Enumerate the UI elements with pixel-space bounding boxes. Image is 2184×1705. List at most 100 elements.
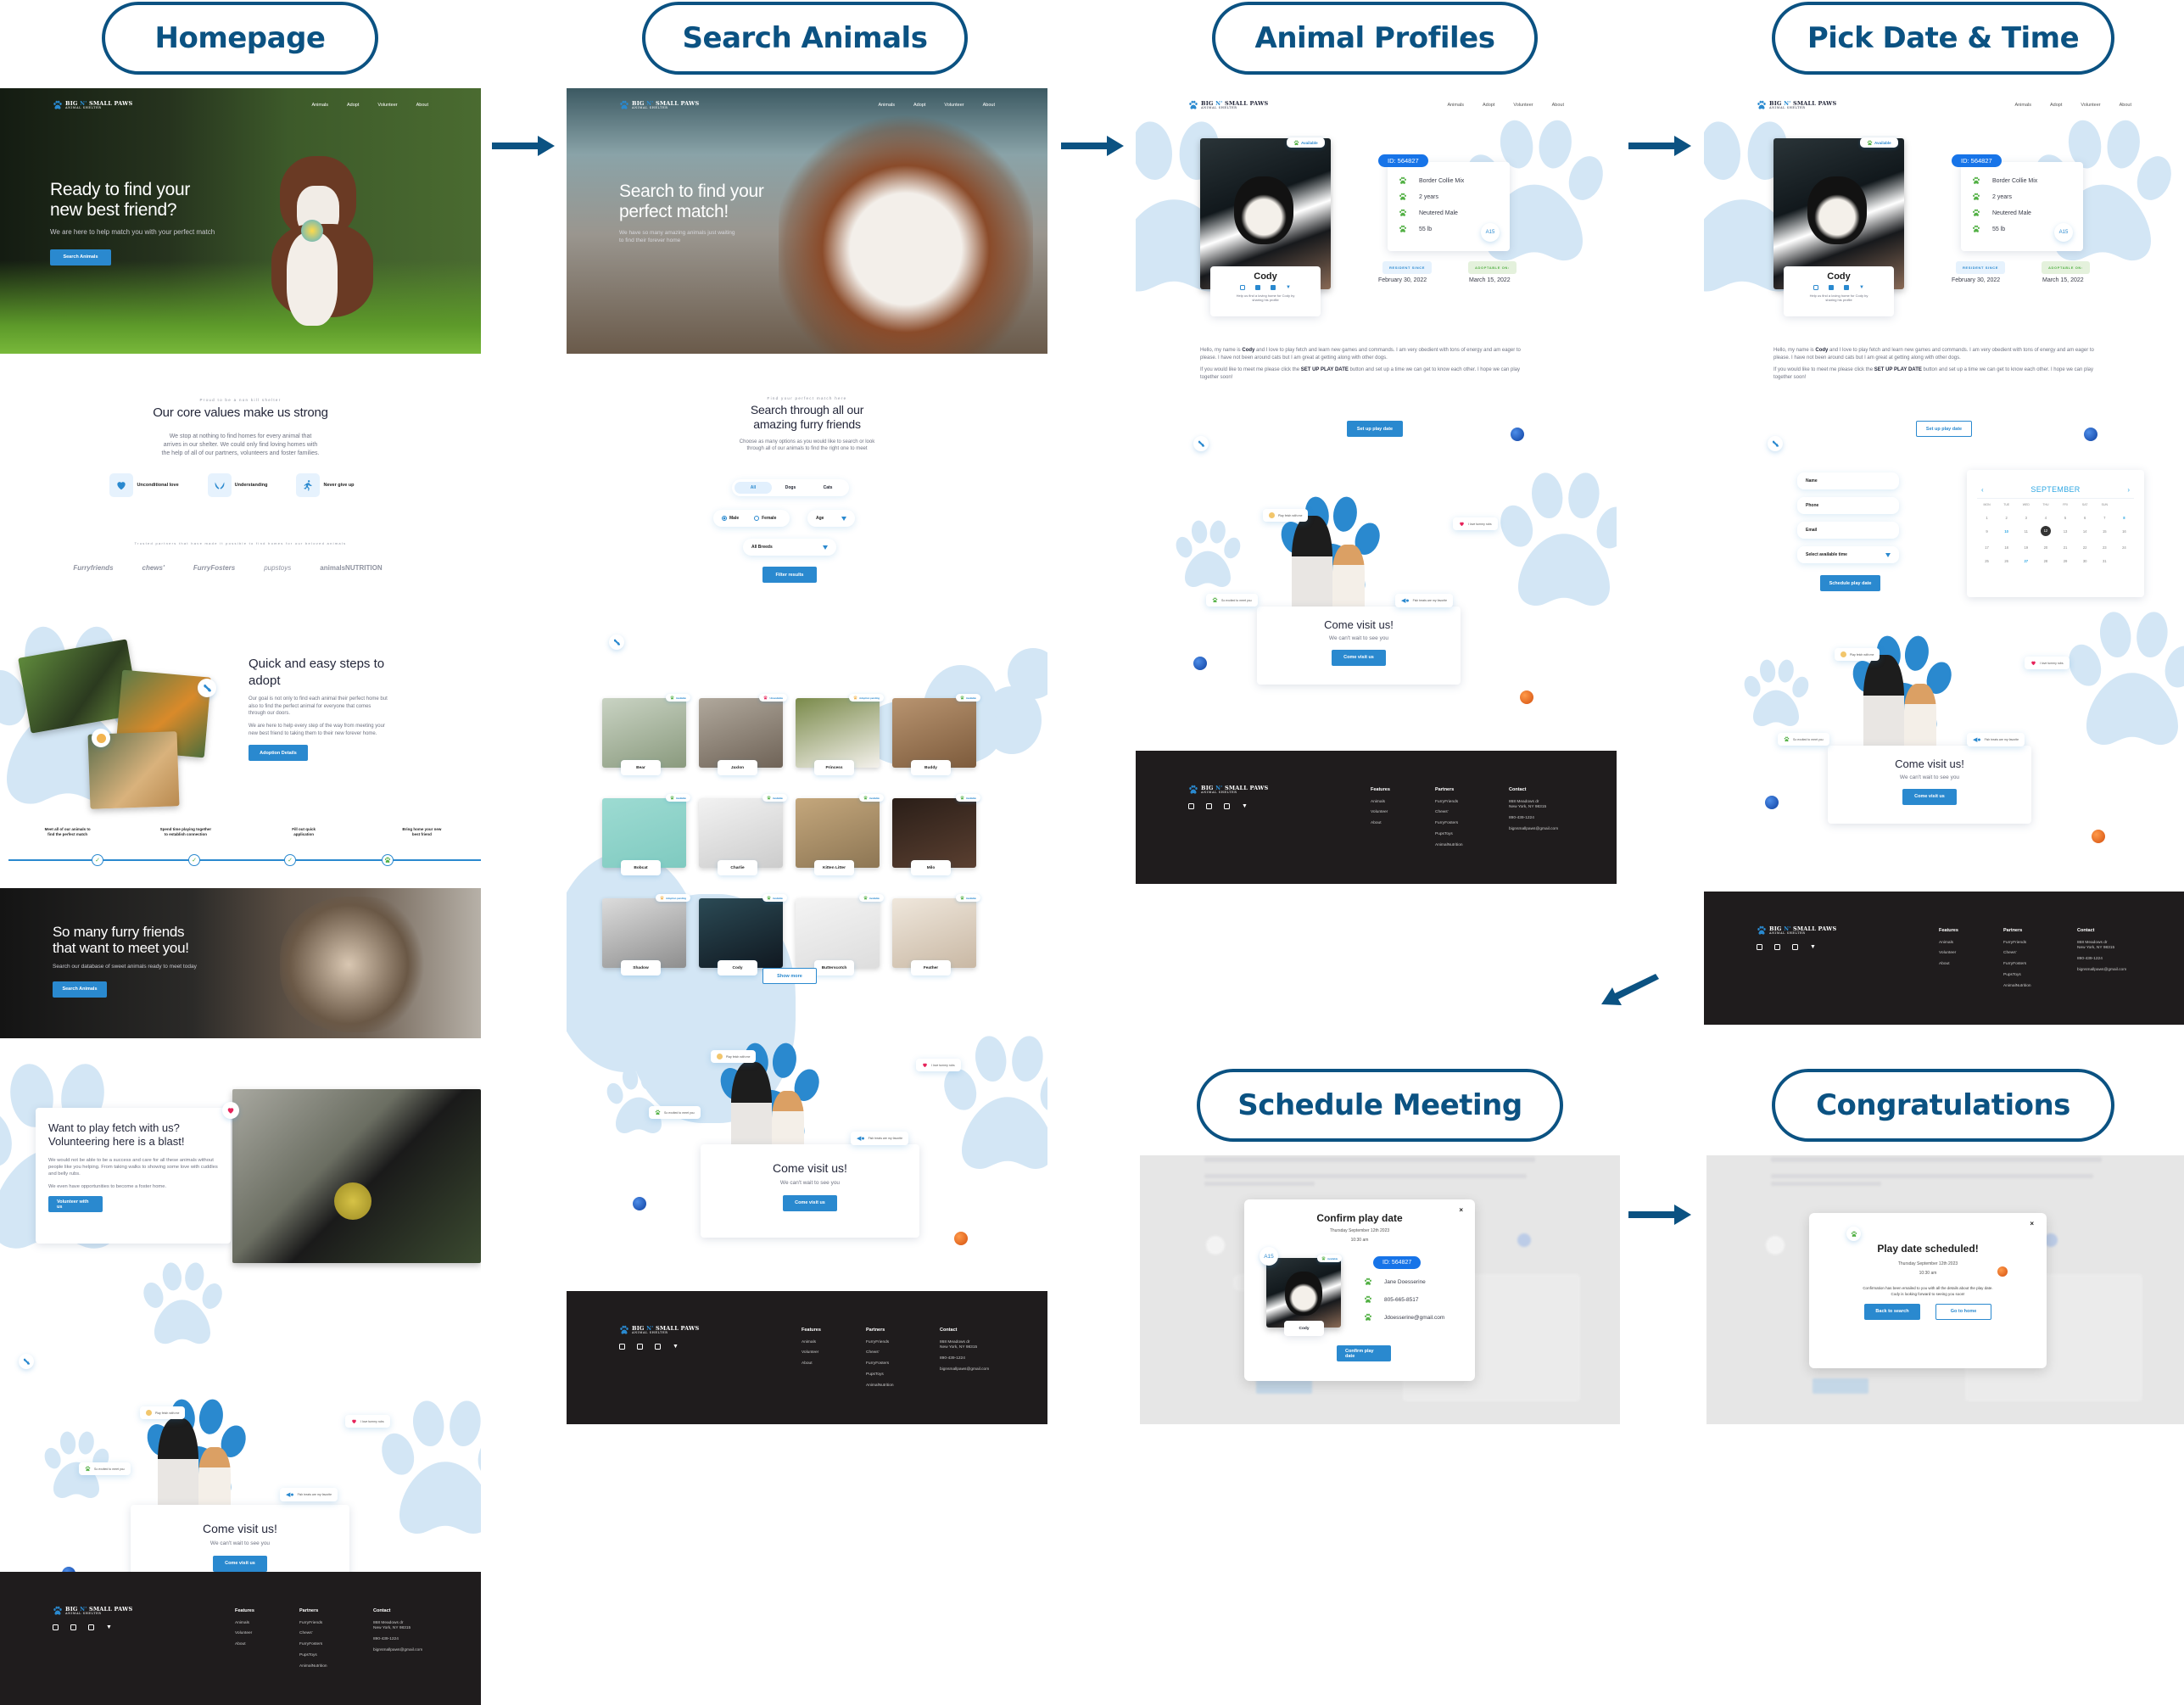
calendar-day[interactable]: 21	[2056, 545, 2075, 550]
animal-card[interactable]: Unavailable Jaxlon	[699, 694, 787, 775]
animal-card[interactable]: Available Charlie	[699, 794, 787, 875]
radio-male[interactable]: Male	[722, 516, 739, 521]
footer-email[interactable]: bignsmallpaws@gmail.com	[2077, 968, 2126, 973]
footer-logo[interactable]: BIG N' SMALL PAWS ANIMAL SHELTER	[53, 1606, 132, 1616]
calendar-day[interactable]: 2	[1997, 516, 2016, 520]
come-visit-button[interactable]: Come visit us	[783, 1194, 837, 1211]
footer-logo[interactable]: BIG N' SMALL PAWS ANIMAL SHELTER	[619, 1325, 699, 1335]
mail-icon[interactable]	[1271, 285, 1276, 290]
email-input[interactable]: Email	[1797, 522, 1899, 539]
phone-input[interactable]: Phone	[1797, 497, 1899, 514]
footer-link[interactable]: PupsToys	[866, 1372, 894, 1378]
footer-link[interactable]: Volunteer	[1371, 810, 1390, 815]
footer-link[interactable]: Chews'	[2003, 951, 2031, 956]
footer-link[interactable]: AnimalNutrition	[299, 1664, 327, 1669]
calendar-day[interactable]: 11	[2016, 529, 2036, 536]
brand-logo[interactable]: BIG N' SMALL PAWS ANIMAL SHELTER	[1188, 100, 1268, 110]
confirm-play-date-button[interactable]: Confirm play date	[1337, 1345, 1391, 1361]
calendar-day[interactable]: 10	[1997, 529, 2016, 536]
twitter-icon[interactable]: ▼	[673, 1344, 679, 1350]
nav-link-volunteer[interactable]: Volunteer	[944, 103, 964, 108]
tab-all[interactable]: All	[735, 482, 772, 494]
footer-link[interactable]: Animals	[1939, 941, 1958, 946]
footer-link[interactable]: PupsToys	[299, 1653, 327, 1658]
animal-card[interactable]: Available Buddy	[892, 694, 980, 775]
animal-card[interactable]: Adoption pending Princess	[796, 694, 884, 775]
animal-card[interactable]: Adoption pending Shadow	[602, 894, 690, 975]
calendar-day[interactable]: 25	[1977, 559, 1997, 563]
footer-link[interactable]: About	[1939, 962, 1958, 967]
come-visit-button[interactable]: Come visit us	[1902, 788, 1957, 805]
footer-link[interactable]: FurryFosters	[2003, 962, 2031, 967]
twitter-icon[interactable]: ▼	[1242, 803, 1248, 809]
footer-email[interactable]: bignsmallpaws@gmail.com	[373, 1648, 422, 1653]
footer-link[interactable]: FurryFriends	[866, 1340, 894, 1345]
animal-card[interactable]: Available Bear	[602, 694, 690, 775]
animal-card[interactable]: Available Feather	[892, 894, 980, 975]
animal-card[interactable]: Available Cody	[699, 894, 787, 975]
filter-results-button[interactable]: Filter results	[762, 567, 817, 583]
footer-link[interactable]: Chews'	[1435, 810, 1463, 815]
time-select[interactable]: Select available time	[1797, 546, 1899, 563]
calendar-day[interactable]: 29	[2056, 559, 2075, 563]
youtube-icon[interactable]	[1224, 803, 1230, 809]
calendar-day[interactable]: 31	[2095, 559, 2114, 563]
facebook-icon[interactable]	[1774, 944, 1780, 950]
search-animals-button[interactable]: Search Animals	[53, 981, 107, 998]
search-animals-button[interactable]: Search Animals	[50, 249, 111, 266]
calendar-day[interactable]: 30	[2075, 559, 2095, 563]
footer-link[interactable]: PupsToys	[1435, 832, 1463, 837]
calendar-day[interactable]: 15	[2095, 529, 2114, 536]
facebook-icon[interactable]	[1829, 285, 1835, 290]
youtube-icon[interactable]	[655, 1344, 661, 1350]
calendar-day[interactable]: 13	[2056, 529, 2075, 536]
footer-link[interactable]: Animals	[802, 1340, 821, 1345]
instagram-icon[interactable]	[1188, 803, 1194, 809]
facebook-icon[interactable]	[1255, 285, 1261, 290]
footer-link[interactable]: AnimalNutrition	[2003, 984, 2031, 989]
twitter-icon[interactable]: ▼	[1859, 285, 1864, 290]
footer-logo[interactable]: BIG N' SMALL PAWS ANIMAL SHELTER	[1757, 925, 1836, 936]
nav-link-about[interactable]: About	[1552, 103, 1564, 108]
calendar-day[interactable]: 26	[1997, 559, 2016, 563]
calendar-day[interactable]: 18	[1997, 545, 2016, 550]
nav-link-animals[interactable]: Animals	[1447, 103, 1464, 108]
tab-dogs[interactable]: Dogs	[772, 482, 809, 494]
brand-logo[interactable]: BIG N' SMALL PAWS ANIMAL SHELTER	[1757, 100, 1836, 110]
facebook-icon[interactable]	[1206, 803, 1212, 809]
instagram-icon[interactable]	[1240, 285, 1246, 290]
calendar-day[interactable]: 9	[1977, 529, 1997, 536]
calendar-day[interactable]: 8	[2114, 516, 2134, 520]
calendar-day[interactable]: 4	[2036, 516, 2055, 520]
footer-link[interactable]: AnimalNutrition	[1435, 843, 1463, 848]
footer-link[interactable]: PupsToys	[2003, 973, 2031, 978]
calendar-day[interactable]: 3	[2016, 516, 2036, 520]
nav-link-animals[interactable]: Animals	[311, 103, 328, 108]
show-more-button[interactable]: Show more	[762, 968, 817, 984]
twitter-icon[interactable]: ▼	[106, 1624, 112, 1630]
animal-card[interactable]: Available Butterscotch	[796, 894, 884, 975]
volunteer-button[interactable]: Volunteer with us	[48, 1196, 103, 1213]
adoption-details-button[interactable]: Adoption Details	[249, 745, 308, 762]
close-icon[interactable]: ×	[2030, 1220, 2034, 1227]
footer-link[interactable]: FurryFosters	[1435, 821, 1463, 826]
footer-link[interactable]: AnimalNutrition	[866, 1384, 894, 1389]
prev-month-button[interactable]: ‹	[1981, 486, 1984, 494]
footer-link[interactable]: Chews'	[299, 1631, 327, 1636]
go-to-home-button[interactable]: Go to home	[1935, 1303, 1991, 1320]
come-visit-button[interactable]: Come visit us	[213, 1555, 267, 1572]
footer-link[interactable]: Animals	[235, 1621, 254, 1626]
footer-link[interactable]: Chews'	[866, 1350, 894, 1356]
calendar-day[interactable]: 23	[2095, 545, 2114, 550]
footer-link[interactable]: Volunteer	[235, 1631, 254, 1636]
schedule-play-date-button[interactable]: Schedule play date	[1820, 575, 1880, 591]
nav-link-volunteer[interactable]: Volunteer	[377, 103, 397, 108]
footer-link[interactable]: FurryFosters	[866, 1361, 894, 1367]
footer-link[interactable]: About	[235, 1642, 254, 1647]
twitter-icon[interactable]: ▼	[1810, 944, 1816, 950]
nav-link-animals[interactable]: Animals	[2014, 103, 2031, 108]
calendar-day[interactable]: 17	[1977, 545, 1997, 550]
footer-link[interactable]: FurryFosters	[299, 1642, 327, 1647]
calendar-day[interactable]: 19	[2016, 545, 2036, 550]
nav-link-about[interactable]: About	[2120, 103, 2131, 108]
